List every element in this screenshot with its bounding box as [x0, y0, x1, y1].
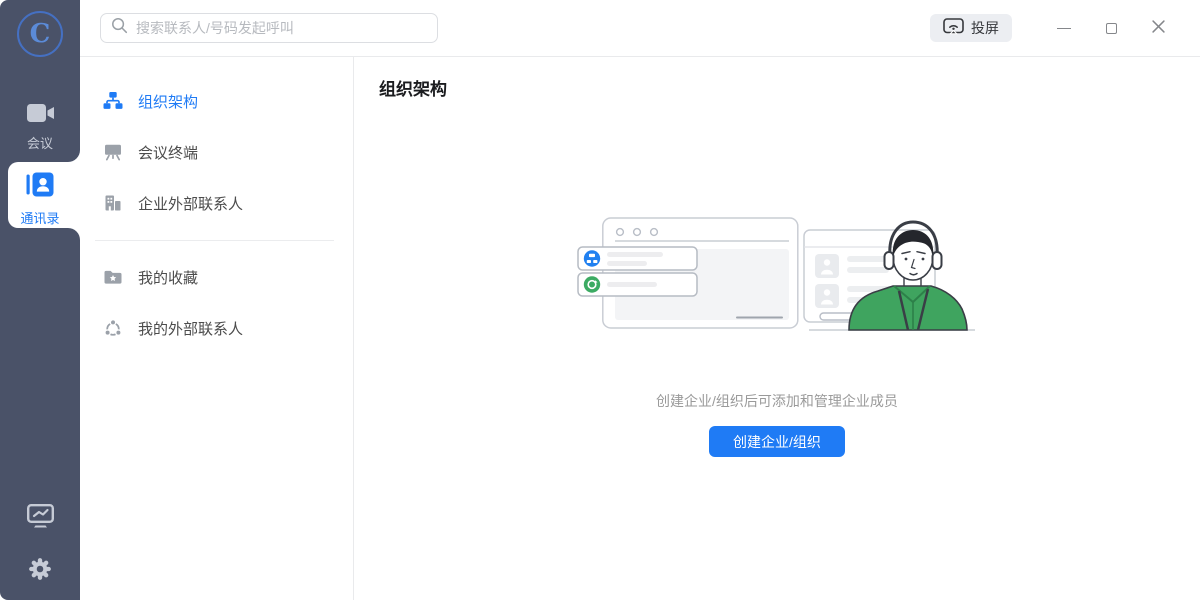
- enterprise-buildings-icon: [103, 193, 123, 213]
- minimize-icon: [1057, 27, 1071, 29]
- empty-state-caption: 创建企业/组织后可添加和管理企业成员: [656, 393, 898, 409]
- secondary-sidebar: 组织架构 会议终端 企业外部联系人 我的收藏 我的外部联系人: [80, 57, 354, 600]
- screen-cast-icon: [943, 18, 964, 38]
- app-logo-letter: C: [29, 19, 51, 49]
- tab-curve-top: [68, 150, 80, 162]
- screen-cast-label: 投屏: [971, 20, 999, 36]
- maximize-icon: [1105, 22, 1117, 34]
- org-chart-icon: [103, 91, 123, 111]
- video-camera-icon: [26, 104, 54, 127]
- nav-item-my-external-contacts[interactable]: 我的外部联系人: [80, 314, 353, 342]
- stats-monitor-icon: [26, 504, 54, 531]
- settings-gear-icon: [28, 557, 52, 584]
- window-controls: [1054, 18, 1168, 38]
- external-contacts-network-icon: [103, 318, 123, 338]
- empty-state-illustration: [577, 205, 977, 345]
- stats-button[interactable]: [23, 500, 58, 535]
- nav-item-my-favorites[interactable]: 我的收藏: [80, 263, 353, 291]
- primary-sidebar: C 会议 通讯录: [0, 0, 80, 600]
- app-window: C 会议 通讯录 搜索联系人/号码发起呼叫 投屏 组织架构 会议终端 企业外部联…: [0, 0, 1200, 600]
- screen-cast-button[interactable]: 投屏: [930, 14, 1012, 42]
- search-box: [100, 13, 438, 43]
- search-icon: [111, 17, 128, 39]
- app-logo: C: [17, 11, 63, 57]
- close-button[interactable]: [1148, 18, 1168, 38]
- sidebar-item-label: 通讯录: [20, 211, 60, 226]
- sidebar-divider: [95, 240, 334, 241]
- main-area: 组织架构 创建企业/组织后可添加和管理企业成员 创建企业/组织: [354, 57, 1200, 600]
- create-org-button[interactable]: 创建企业/组织: [709, 426, 845, 457]
- nav-item-label: 组织架构: [138, 93, 199, 111]
- nav-item-label: 会议终端: [138, 144, 199, 162]
- favorites-folder-icon: [103, 267, 123, 287]
- maximize-button[interactable]: [1101, 18, 1121, 38]
- sidebar-item-contacts[interactable]: 通讯录: [0, 172, 80, 227]
- sidebar-item-label: 会议: [26, 136, 53, 151]
- settings-button[interactable]: [24, 553, 56, 588]
- page-title: 组织架构: [379, 80, 447, 99]
- sidebar-item-meetings[interactable]: 会议: [0, 104, 80, 152]
- tab-curve-bottom: [68, 228, 80, 240]
- nav-item-label: 企业外部联系人: [138, 195, 244, 213]
- nav-item-label: 我的外部联系人: [138, 320, 244, 338]
- search-input[interactable]: [136, 20, 427, 36]
- nav-item-label: 我的收藏: [138, 269, 199, 287]
- minimize-button[interactable]: [1054, 18, 1074, 38]
- nav-item-meeting-terminal[interactable]: 会议终端: [80, 138, 353, 166]
- close-icon: [1151, 20, 1165, 36]
- content-area: 组织架构 会议终端 企业外部联系人 我的收藏 我的外部联系人 组织架构 创建企业…: [80, 57, 1200, 600]
- sidebar-bottom-buttons: [0, 500, 80, 588]
- meeting-terminal-icon: [103, 142, 123, 162]
- nav-item-enterprise-external-contacts[interactable]: 企业外部联系人: [80, 189, 353, 217]
- right-panel: 投屏: [80, 0, 1200, 600]
- contacts-book-icon: [26, 172, 54, 202]
- topbar: 投屏: [80, 0, 1200, 57]
- nav-item-org-structure[interactable]: 组织架构: [80, 87, 353, 115]
